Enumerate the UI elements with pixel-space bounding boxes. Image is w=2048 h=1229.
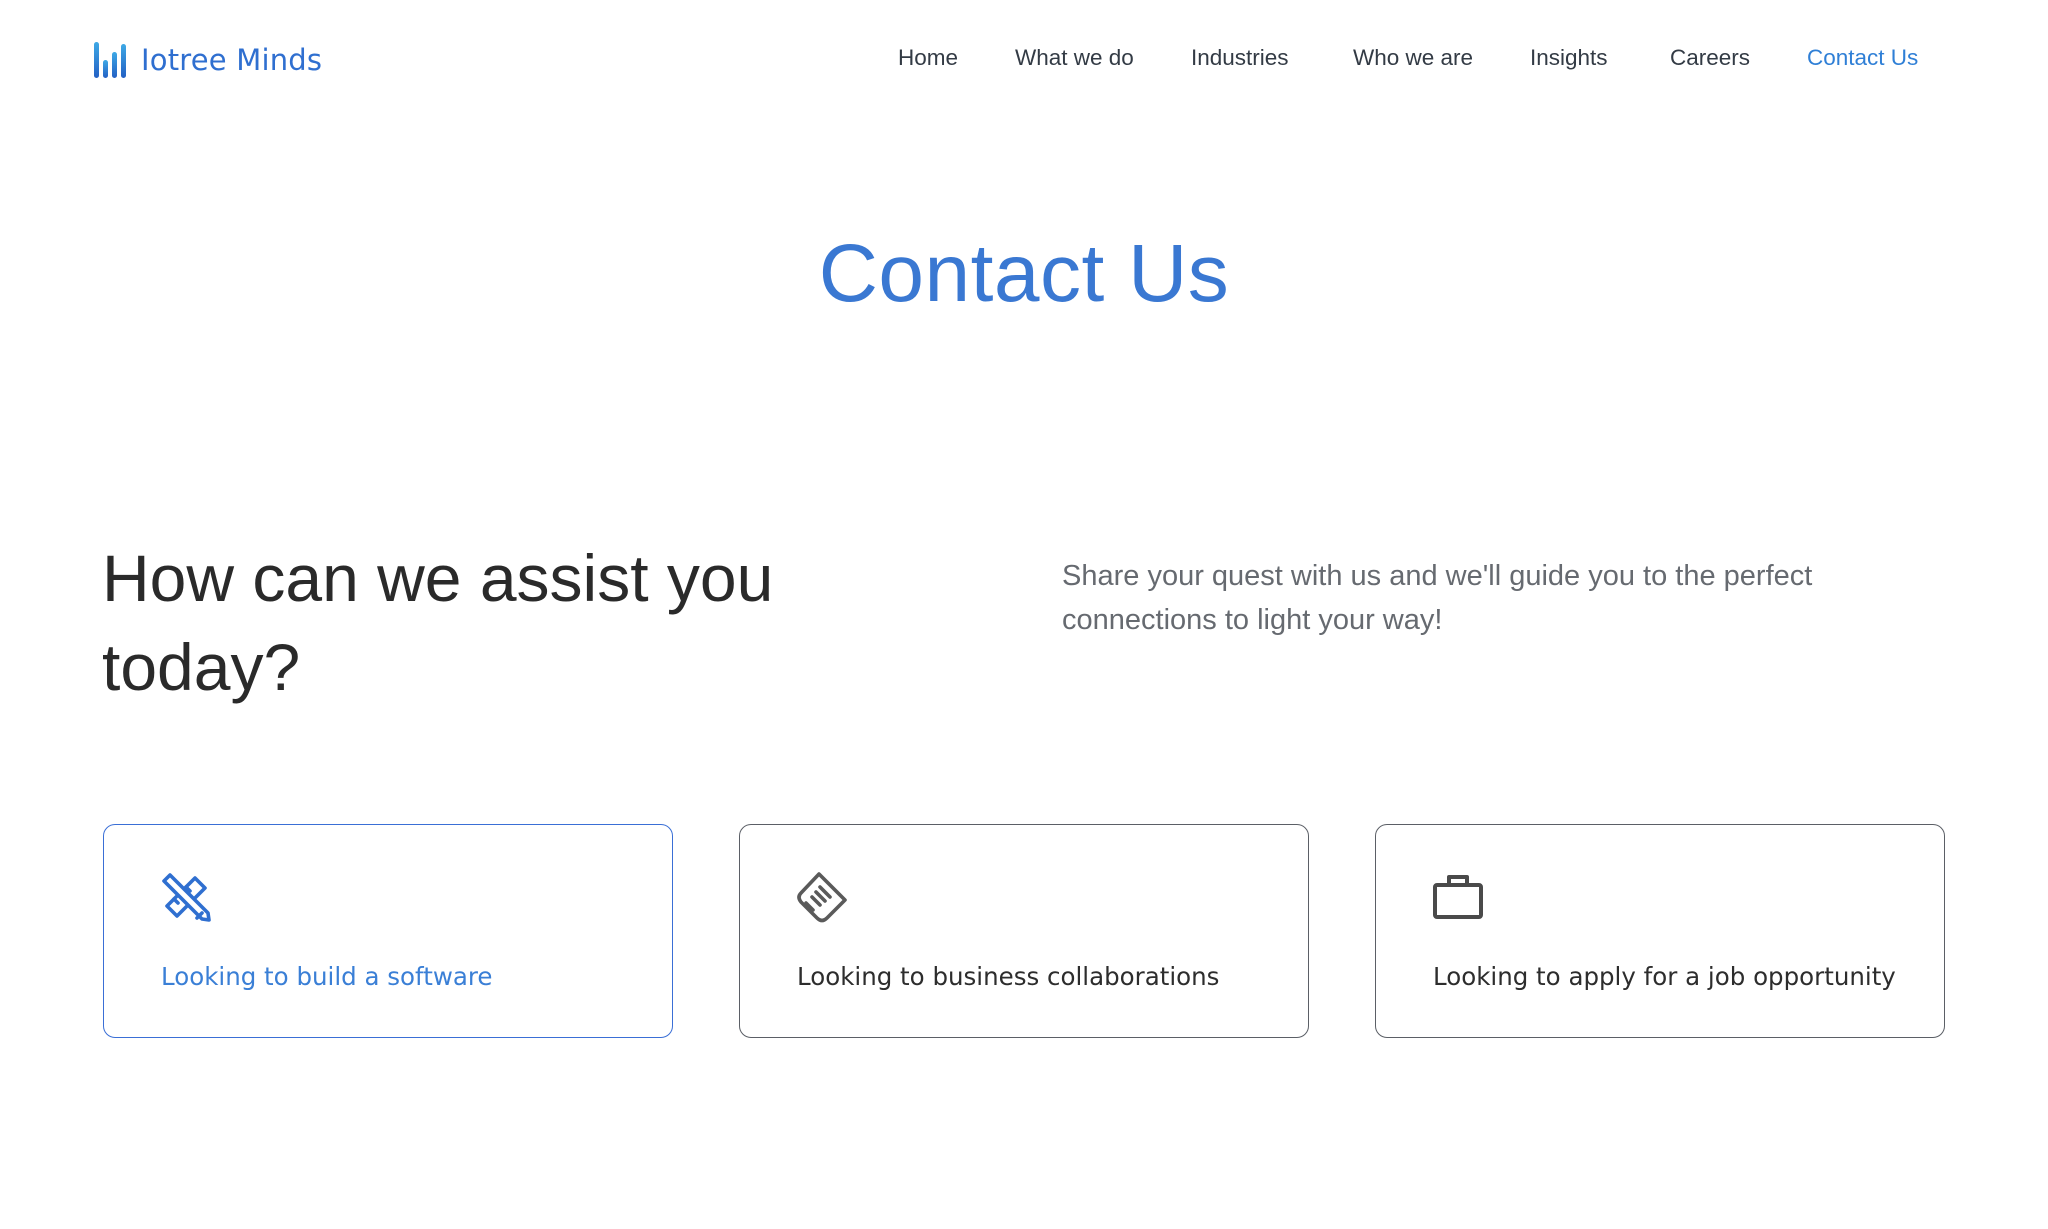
pencil-ruler-icon xyxy=(162,873,211,922)
briefcase-icon xyxy=(1433,875,1483,919)
option-card-job-opportunity[interactable]: Looking to apply for a job opportunity xyxy=(1375,824,1945,1038)
option-label: Looking to apply for a job opportunity xyxy=(1433,962,1896,991)
assist-heading: How can we assist you today? xyxy=(102,541,774,704)
main-nav: Home What we do Industries Who we are In… xyxy=(0,40,2048,76)
nav-item-contact-us[interactable]: Contact Us xyxy=(1807,40,1918,76)
handshake-icon xyxy=(797,872,847,923)
option-label: Looking to build a software xyxy=(161,962,493,991)
nav-item-home[interactable]: Home xyxy=(898,40,958,76)
nav-item-industries[interactable]: Industries xyxy=(1191,40,1289,76)
option-card-business-collaborations[interactable]: Looking to business collaborations xyxy=(739,824,1309,1038)
nav-item-insights[interactable]: Insights xyxy=(1530,40,1608,76)
option-label: Looking to business collaborations xyxy=(797,962,1220,991)
page-title: Contact Us xyxy=(818,228,1230,319)
nav-item-careers[interactable]: Careers xyxy=(1670,40,1750,76)
option-card-build-software[interactable]: Looking to build a software xyxy=(103,824,673,1038)
nav-item-what-we-do[interactable]: What we do xyxy=(1015,40,1134,76)
nav-item-who-we-are[interactable]: Who we are xyxy=(1353,40,1473,76)
site-header: Iotree Minds Home What we do Industries … xyxy=(0,0,2048,120)
assist-subtitle: Share your quest with us and we'll guide… xyxy=(1062,560,1813,636)
